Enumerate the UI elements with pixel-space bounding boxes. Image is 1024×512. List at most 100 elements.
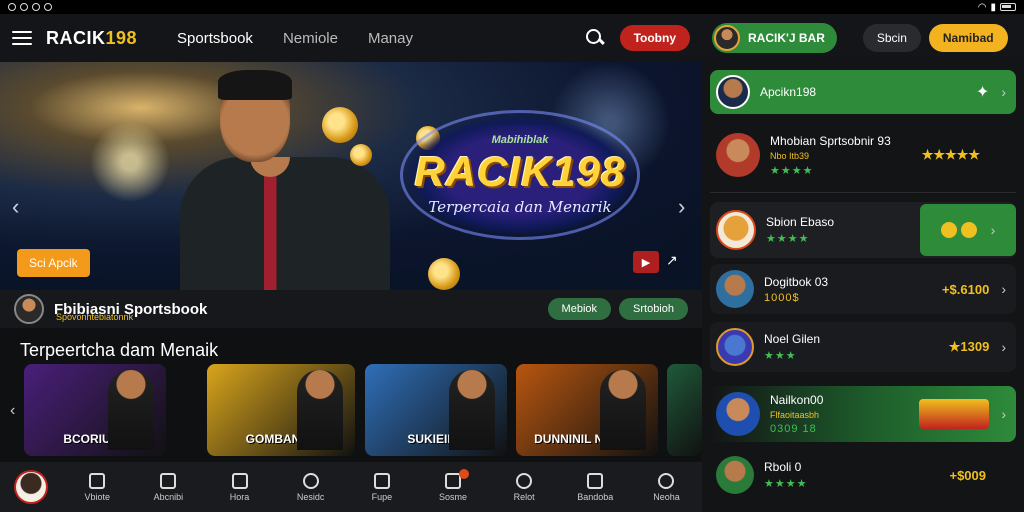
bottom-nav-item[interactable]: Sosme <box>417 468 488 502</box>
section-actions: Mebiok Srtobioh <box>547 298 688 320</box>
avatar <box>716 210 756 250</box>
bottom-nav-item[interactable]: Relot <box>489 472 560 502</box>
bottom-nav-item[interactable]: Vbiote <box>62 472 133 502</box>
carousel-title: Terpeertcha dam Menaik <box>20 340 219 360</box>
chevron-right-icon: › <box>1001 339 1006 355</box>
section-button-1[interactable]: Mebiok <box>547 298 612 320</box>
game-card[interactable]: DUNNINIL NIKSOF <box>516 364 658 456</box>
nav-item-3[interactable]: Manay <box>368 30 413 47</box>
gamepad-icon: ✦ <box>975 84 990 101</box>
rating-stars: ★★★★ <box>766 233 810 245</box>
logo-tagline: Terpercaia dan Menarik <box>428 198 612 216</box>
profile-avatar[interactable] <box>14 470 48 504</box>
avatar <box>714 25 740 51</box>
wifi-icon: ◠ <box>977 1 987 13</box>
bottom-nav-item[interactable]: Neoha <box>631 472 702 502</box>
bottom-nav-label: Fupe <box>371 491 393 502</box>
nav-sportsbook[interactable]: Sportsbook <box>177 30 253 47</box>
logo-top-text: Mabihiblak <box>491 134 549 146</box>
item-name: Sbion Ebaso <box>766 215 835 229</box>
home-icon <box>89 472 106 489</box>
promo-logo <box>919 399 990 429</box>
item-name: Dogitbok 03 <box>764 274 829 289</box>
rating-stars: ★★★★ <box>764 478 808 490</box>
bottom-nav-item[interactable]: Bandoba <box>560 472 631 502</box>
hero-banner[interactable]: Mabihiblak RACIK198 Terpercaia dan Menar… <box>0 62 702 290</box>
user-label: RACIK'J BAR <box>748 31 825 45</box>
chevron-right-icon: › <box>1001 281 1006 297</box>
logo-main-text: RACIK198 <box>414 148 626 195</box>
hero-prev-icon[interactable]: ‹ <box>12 194 19 220</box>
status-dot-icon <box>32 3 40 11</box>
search-icon[interactable] <box>585 29 604 47</box>
bottom-nav-label: Neoha <box>653 491 680 502</box>
section-bar: Fbibiasni Sportsbook Spovonhtebiatonnk M… <box>0 290 702 328</box>
user-pill[interactable]: RACIK'J BAR <box>712 23 837 53</box>
search-icon <box>302 472 319 489</box>
section-subtitle: Spovonhtebiatonnk <box>56 312 134 322</box>
coin-icon <box>350 144 372 166</box>
status-left <box>8 3 52 11</box>
avatar <box>716 133 760 177</box>
featured-name: Apcikn198 <box>760 85 817 99</box>
hero-next-icon[interactable]: › <box>678 194 685 220</box>
nav-item-2[interactable]: Nemiole <box>283 30 338 47</box>
bottom-nav-label: Abcnibi <box>153 491 184 502</box>
play-icon[interactable]: ▶ <box>633 251 659 273</box>
chevron-right-icon: › <box>1001 406 1006 422</box>
game-carousel: ‹ BCORIUSE GOMBANES SUKIEIKD DUNNINIL NI… <box>0 364 702 456</box>
game-card[interactable] <box>667 364 702 456</box>
list-item[interactable]: Noel Gilen ★★★ ★1309 › <box>710 322 1016 372</box>
signin-button[interactable]: Sbcin <box>862 24 921 52</box>
brand-text: RACIK <box>46 27 106 48</box>
bottom-nav-item[interactable]: Hora <box>204 472 275 502</box>
bottom-nav-item[interactable]: Nesidc <box>275 472 346 502</box>
item-value: ★1309 <box>948 339 990 354</box>
game-card[interactable]: GOMBANES <box>207 364 355 456</box>
bottom-nav: Vbiote Abcnibi Hora Nesidc Fupe Sosme Re… <box>0 462 702 512</box>
rating-stars: ★★★★ <box>770 164 814 177</box>
coin-icon <box>940 222 957 238</box>
avatar <box>14 294 44 324</box>
item-value: ★★★★★ <box>921 147 980 162</box>
grid-icon <box>160 472 177 489</box>
rating-stars: ★★★ <box>764 350 797 362</box>
menu-icon[interactable] <box>12 31 32 45</box>
brand-logo[interactable]: RACIK198 <box>46 28 137 49</box>
carousel-prev-icon[interactable]: ‹ <box>10 402 15 420</box>
section-button-2[interactable]: Srtobioh <box>619 298 688 320</box>
bottom-nav-item[interactable]: Fupe <box>346 472 417 502</box>
promo-item[interactable]: Nailkon00 Flfaoitaasbh 0309 18 › <box>710 386 1016 442</box>
header-red-button[interactable]: Toobny <box>619 25 690 51</box>
account-header: RACIK'J BAR Sbcin Namibad <box>702 14 1024 62</box>
app-root: ◠ ▮ RACIK198 Sportsbook Nemiole Manay To… <box>0 0 1024 512</box>
shield-icon <box>231 472 248 489</box>
item-subtitle: Flfaoitaasbh <box>770 410 820 420</box>
list-item[interactable]: Rboli 0 ★★★★ +$009 <box>710 452 1016 498</box>
signal-icon: ▮ <box>990 1 996 13</box>
list-item[interactable]: Mhobian Sprtsobnir 93 Nbo Itb39 ★★★★ ★★★… <box>710 130 1016 180</box>
game-card[interactable]: BCORIUSE <box>24 364 166 456</box>
player-image <box>170 70 400 290</box>
list-item[interactable]: Dogitbok 03 1000$ +$.6100 › <box>710 264 1016 314</box>
coin-icon <box>428 258 460 290</box>
item-amount: 1000$ <box>764 291 800 304</box>
game-card[interactable]: SUKIEIKD <box>365 364 507 456</box>
bottom-nav-item[interactable]: Abcnibi <box>133 472 204 502</box>
status-dot-icon <box>44 3 52 11</box>
register-button[interactable]: Namibad <box>928 24 1008 52</box>
avatar <box>716 75 750 109</box>
coin-icon <box>322 107 358 143</box>
expand-icon[interactable]: ↗ <box>666 252 678 269</box>
store-icon <box>587 472 604 489</box>
featured-item[interactable]: Apcikn198 ✦ › <box>710 70 1016 114</box>
brand-number: 198 <box>105 27 138 48</box>
divider <box>710 192 1016 193</box>
list-item[interactable]: Sbion Ebaso ★★★★ › <box>710 202 1016 258</box>
status-bar: ◠ ▮ <box>0 0 1024 14</box>
avatar <box>716 270 754 308</box>
highlight-box: › <box>920 204 1016 256</box>
chevron-right-icon: › <box>990 222 996 238</box>
hero-cta-button[interactable]: Sci Apcik <box>17 249 90 277</box>
item-value: +$009 <box>949 467 986 483</box>
